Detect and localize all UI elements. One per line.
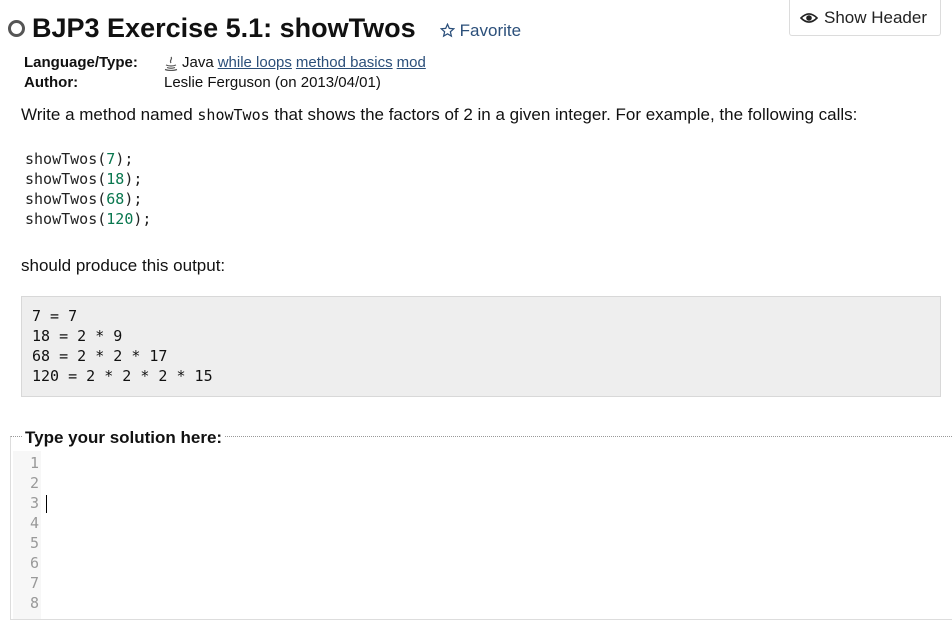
- solution-section: Type your solution here: 1 2 3 4 5 6 7 8: [10, 428, 952, 620]
- code-editor[interactable]: 1 2 3 4 5 6 7 8: [13, 451, 952, 619]
- show-header-button[interactable]: Show Header: [789, 0, 941, 36]
- star-icon: [439, 23, 455, 38]
- expected-output-block: 7 = 7 18 = 2 * 9 68 = 2 * 2 * 17 120 = 2…: [21, 296, 941, 397]
- output-line: 7 = 7: [32, 307, 78, 325]
- text-cursor: [46, 495, 47, 513]
- output-intro: should produce this output:: [21, 256, 226, 275]
- call-line: showTwos(7);: [25, 150, 134, 168]
- language-label: Language/Type:: [24, 54, 138, 71]
- line-number: 8: [29, 594, 39, 612]
- favorite-button[interactable]: Favorite: [439, 20, 522, 41]
- line-number: 3: [29, 494, 39, 512]
- call-line: showTwos(68);: [25, 190, 143, 208]
- line-number: 5: [29, 534, 39, 552]
- line-number: 1: [29, 454, 39, 472]
- example-calls-code: showTwos(7); showTwos(18); showTwos(68);…: [25, 149, 151, 229]
- page-title: BJP3 Exercise 5.1: showTwos: [32, 13, 416, 43]
- method-name-code: showTwos: [197, 106, 270, 124]
- show-header-label: Show Header: [824, 7, 928, 27]
- line-number: 4: [29, 514, 39, 532]
- author-label: Author:: [24, 74, 79, 91]
- solution-text-area[interactable]: [41, 451, 952, 619]
- problem-description: Write a method named showTwos that shows…: [21, 105, 857, 125]
- output-line: 68 = 2 * 2 * 17: [32, 347, 168, 365]
- exercise-meta: Language/Type: Java while loops method b…: [24, 53, 426, 93]
- line-number: 6: [29, 554, 39, 572]
- output-line: 18 = 2 * 9: [32, 327, 123, 345]
- line-number-gutter: 1 2 3 4 5 6 7 8: [13, 451, 41, 619]
- favorite-label: Favorite: [459, 20, 522, 40]
- line-number: 7: [29, 574, 39, 592]
- tag-link-method-basics[interactable]: method basics: [296, 53, 393, 73]
- title-row: BJP3 Exercise 5.1: showTwos Favorite: [8, 13, 521, 44]
- status-circle-icon: [8, 20, 25, 37]
- call-line: showTwos(120);: [25, 210, 152, 228]
- tag-link-while-loops[interactable]: while loops: [218, 53, 292, 73]
- output-line: 120 = 2 * 2 * 2 * 15: [32, 367, 213, 385]
- tag-link-mod[interactable]: mod: [397, 53, 426, 73]
- language-value-group: Java while loops method basics mod: [164, 53, 426, 73]
- description-text-2: that shows the factors of 2 in a given i…: [269, 105, 858, 124]
- language-value: Java: [182, 54, 214, 71]
- call-line: showTwos(18);: [25, 170, 143, 188]
- description-text-1: Write a method named: [21, 105, 198, 124]
- author-value: Leslie Ferguson (on 2013/04/01): [164, 74, 381, 91]
- solution-legend: Type your solution here:: [23, 428, 225, 448]
- line-number: 2: [29, 474, 39, 492]
- java-icon: [164, 56, 178, 71]
- eye-icon: [800, 12, 818, 23]
